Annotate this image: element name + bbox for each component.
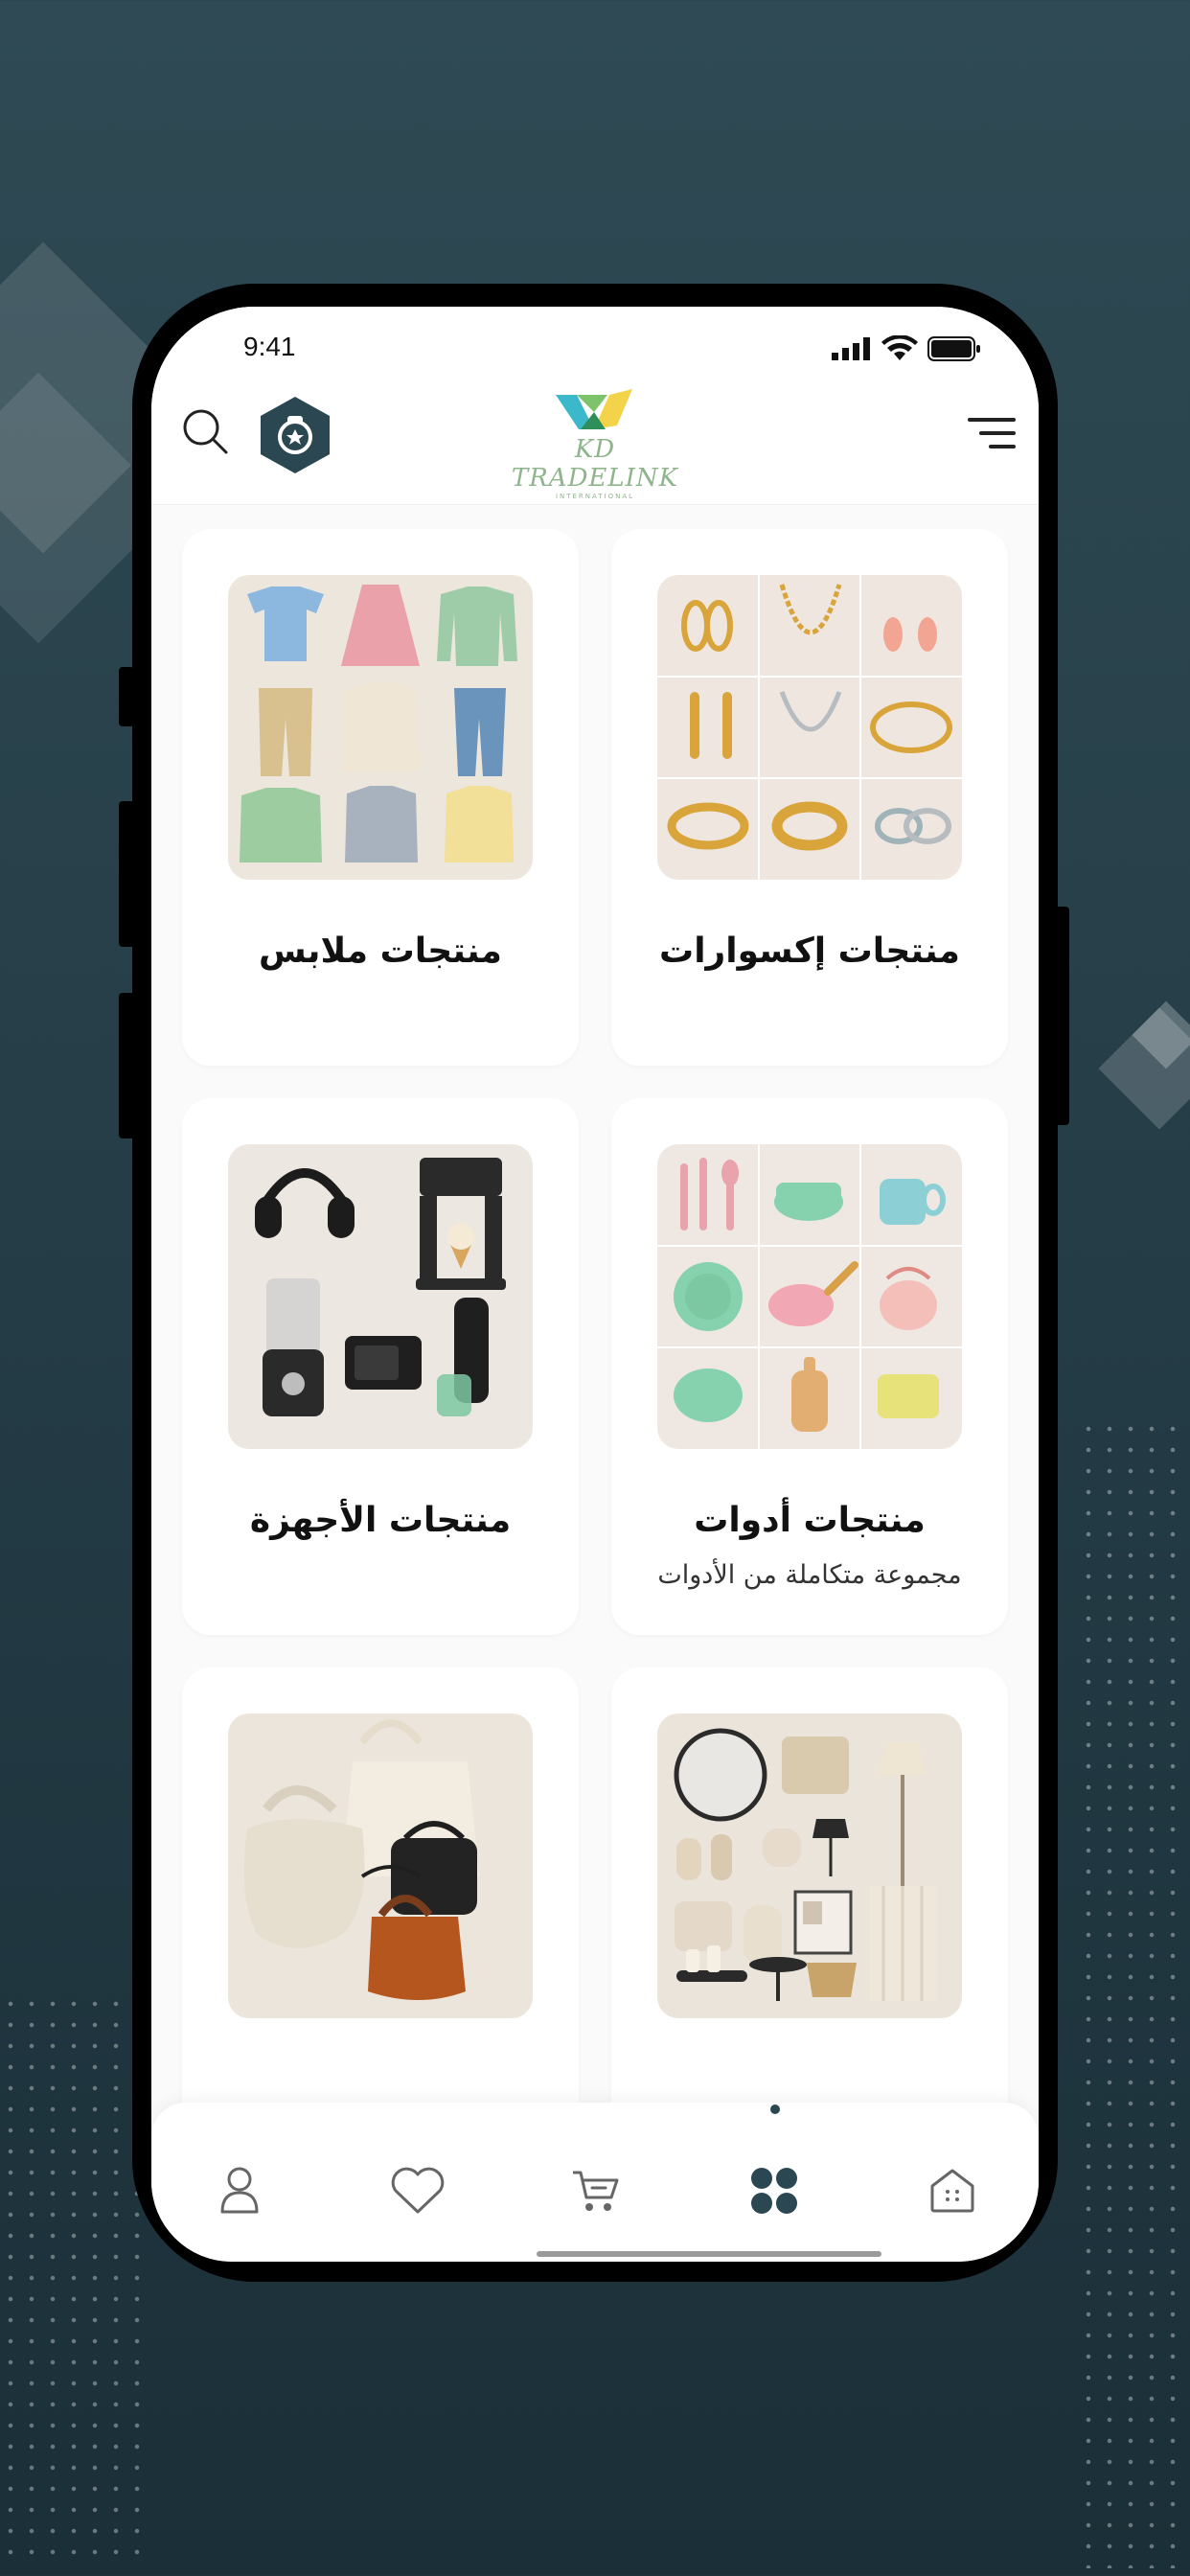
- logo-mark-icon: [556, 389, 632, 429]
- home-indicator[interactable]: [537, 2251, 881, 2257]
- categories-icon[interactable]: [745, 2162, 803, 2220]
- category-card[interactable]: منتجات إكسوارات: [611, 529, 1008, 1066]
- bottom-nav: [151, 2103, 1039, 2262]
- clothes-image: [228, 575, 533, 880]
- brand-subtitle: INTERNATIONAL: [555, 493, 635, 500]
- phone-button: [119, 667, 134, 726]
- cart-icon[interactable]: [567, 2162, 625, 2220]
- wifi-icon: [881, 334, 918, 366]
- status-bar: 9:41: [151, 307, 1039, 374]
- search-icon[interactable]: [180, 406, 234, 464]
- phone-button: [119, 993, 134, 1138]
- star-badge-icon[interactable]: [257, 395, 333, 479]
- app-screen: 9:41 KD TRADELINK INTERNATIONAL منتجات إ…: [151, 307, 1039, 2262]
- app-header: KD TRADELINK INTERNATIONAL: [151, 374, 1039, 505]
- profile-icon[interactable]: [211, 2162, 268, 2220]
- category-subtitle: مجموعة متكاملة من الأدوات: [657, 1560, 962, 1590]
- jewelry-image: [657, 575, 962, 880]
- category-title: منتجات ملابس: [259, 932, 502, 971]
- appliances-image: [228, 1144, 533, 1449]
- phone-button: [1054, 907, 1069, 1125]
- home-decor-image: [657, 1714, 962, 2018]
- kitchenware-image: [657, 1144, 962, 1449]
- brand-name: KD TRADELINK: [511, 435, 679, 493]
- phone-button: [119, 801, 134, 947]
- bags-image: [228, 1714, 533, 2018]
- phone-frame: 9:41 KD TRADELINK INTERNATIONAL منتجات إ…: [119, 284, 1069, 2282]
- category-title: منتجات الأجهزة: [249, 1501, 512, 1540]
- status-time: 9:41: [243, 332, 296, 361]
- menu-icon[interactable]: [968, 416, 1016, 458]
- battery-icon: [927, 336, 981, 365]
- category-title: منتجات أدوات: [694, 1501, 926, 1540]
- category-card[interactable]: منتجات الأجهزة: [182, 1098, 579, 1635]
- heart-icon[interactable]: [389, 2162, 446, 2220]
- decor-dots: [1078, 1418, 1190, 2568]
- brand-logo: KD TRADELINK INTERNATIONAL: [496, 385, 694, 500]
- category-card[interactable]: منتجات أدوات مجموعة متكاملة من الأدوات: [611, 1098, 1008, 1635]
- decor-dots: [0, 1993, 153, 2568]
- active-indicator-dot: [770, 2104, 780, 2114]
- category-card[interactable]: منتجات ملابس: [182, 529, 579, 1066]
- home-icon[interactable]: [924, 2162, 981, 2220]
- category-grid: منتجات إكسوارات منتجات ملابس منتجات أدوا…: [151, 504, 1039, 2204]
- category-title: منتجات إكسوارات: [659, 932, 960, 971]
- signal-icon: [832, 337, 872, 364]
